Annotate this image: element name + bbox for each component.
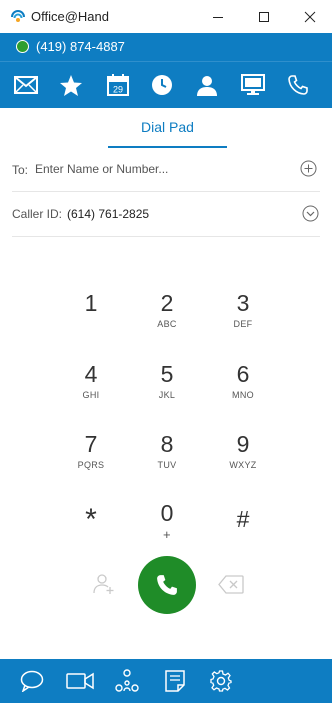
key-4[interactable]: 4 GHI bbox=[61, 361, 121, 421]
phone-icon bbox=[157, 575, 177, 595]
key-2[interactable]: 2 ABC bbox=[137, 290, 197, 350]
close-button[interactable] bbox=[287, 0, 332, 33]
phone-icon[interactable] bbox=[285, 73, 311, 97]
key-9[interactable]: 9 WXYZ bbox=[213, 431, 273, 491]
key-digit: # bbox=[236, 506, 250, 532]
key-digit: 3 bbox=[236, 290, 250, 316]
key-7[interactable]: 7 PQRS bbox=[61, 431, 121, 491]
minimize-button[interactable] bbox=[195, 0, 241, 33]
my-phone-number: (419) 874-4887 bbox=[36, 39, 125, 54]
key-6[interactable]: 6 MNO bbox=[213, 361, 273, 421]
key-0[interactable]: 0 + bbox=[137, 500, 197, 560]
key-digit: 2 bbox=[160, 290, 174, 316]
calendar-day: 29 bbox=[113, 85, 123, 95]
settings-icon[interactable] bbox=[209, 669, 233, 693]
to-field-row: To: bbox=[12, 148, 320, 192]
app-logo-icon bbox=[11, 10, 25, 22]
key-digit: * bbox=[85, 503, 97, 536]
title-bar: Office@Hand bbox=[0, 0, 332, 33]
notes-icon[interactable] bbox=[163, 669, 187, 693]
caller-id-row[interactable]: Caller ID: (614) 761-2825 bbox=[12, 192, 320, 237]
status-bar: (419) 874-4887 bbox=[0, 33, 332, 61]
key-digit: 6 bbox=[236, 361, 250, 387]
calendar-icon[interactable]: 29 bbox=[105, 73, 131, 97]
key-letters: PQRS bbox=[77, 460, 105, 470]
key-digit: 9 bbox=[236, 431, 250, 457]
key-digit: 0 bbox=[160, 500, 174, 526]
contacts-icon[interactable] bbox=[194, 73, 220, 97]
add-person-icon[interactable] bbox=[93, 573, 115, 595]
maximize-icon bbox=[259, 11, 269, 22]
minimize-icon bbox=[213, 16, 223, 18]
chevron-down-icon[interactable] bbox=[302, 205, 319, 222]
top-nav: 29 bbox=[0, 61, 332, 108]
key-letters: MNO bbox=[232, 390, 254, 400]
favorites-icon[interactable] bbox=[58, 73, 84, 97]
key-digit: 4 bbox=[84, 361, 98, 387]
caller-id-value: (614) 761-2825 bbox=[67, 207, 150, 221]
key-letters: + bbox=[163, 527, 171, 542]
key-letters: WXYZ bbox=[229, 460, 257, 470]
key-1[interactable]: 1 bbox=[61, 290, 121, 350]
key-digit: 5 bbox=[160, 361, 174, 387]
tab-dial-pad[interactable]: Dial Pad bbox=[108, 108, 227, 148]
chat-icon[interactable] bbox=[20, 669, 44, 693]
window-title: Office@Hand bbox=[31, 9, 109, 24]
video-icon[interactable] bbox=[66, 669, 94, 693]
key-letters: TUV bbox=[157, 460, 177, 470]
key-3[interactable]: 3 DEF bbox=[213, 290, 273, 350]
key-digit: 7 bbox=[84, 431, 98, 457]
call-button[interactable] bbox=[138, 556, 196, 614]
close-icon bbox=[304, 11, 316, 22]
to-label: To: bbox=[12, 163, 29, 177]
messages-icon[interactable] bbox=[13, 73, 39, 97]
maximize-button[interactable] bbox=[241, 0, 287, 33]
bottom-nav bbox=[0, 659, 332, 703]
key-5[interactable]: 5 JKL bbox=[137, 361, 197, 421]
presence-indicator[interactable] bbox=[16, 40, 29, 53]
key-letters: JKL bbox=[158, 390, 176, 400]
key-letters: DEF bbox=[233, 319, 253, 329]
meetings-icon[interactable] bbox=[240, 73, 266, 97]
window-bottom-edge bbox=[0, 703, 332, 710]
backspace-icon[interactable] bbox=[218, 575, 244, 594]
caller-id-label: Caller ID: bbox=[12, 207, 63, 221]
add-recipient-icon[interactable] bbox=[300, 160, 317, 177]
recipient-input[interactable] bbox=[35, 158, 285, 180]
key-letters: GHI bbox=[82, 390, 100, 400]
key-8[interactable]: 8 TUV bbox=[137, 431, 197, 491]
key-digit: 8 bbox=[160, 431, 174, 457]
key-letters: ABC bbox=[157, 319, 177, 329]
key-digit: 1 bbox=[84, 290, 98, 316]
key-star[interactable]: * bbox=[61, 502, 121, 562]
conference-icon[interactable] bbox=[115, 669, 139, 693]
key-hash[interactable]: # bbox=[213, 506, 273, 566]
history-icon[interactable] bbox=[149, 73, 175, 97]
